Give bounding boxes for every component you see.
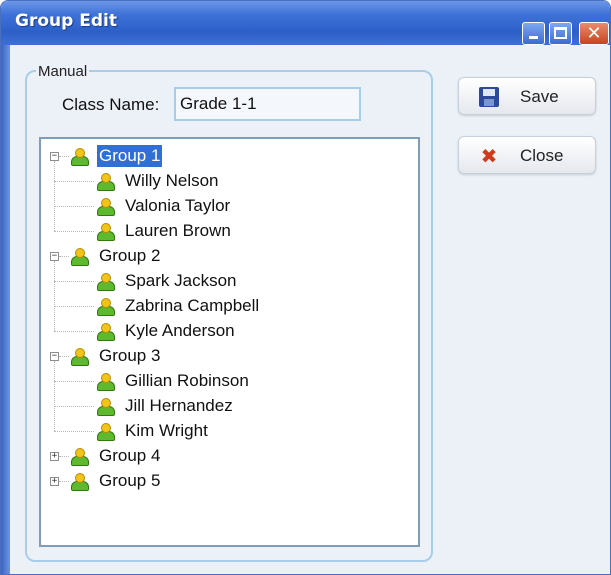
user-group-icon [96, 272, 115, 291]
red-x-icon: ✖ [480, 144, 498, 168]
user-group-icon [70, 347, 89, 366]
tree-connector [54, 261, 55, 331]
user-group-icon [70, 247, 89, 266]
tree-connector [54, 381, 94, 382]
tree-connector [54, 161, 55, 231]
tree-expander-icon[interactable]: + [50, 452, 59, 461]
class-name-label: Class Name: [62, 95, 160, 114]
tree-connector [54, 281, 94, 282]
tree-connector [54, 361, 55, 431]
save-button-label: Save [520, 87, 559, 106]
tree-group-item[interactable]: Group 3 [97, 345, 162, 367]
user-group-icon [96, 397, 115, 416]
user-group-icon [96, 297, 115, 316]
group-tree-view[interactable]: − Group 1 Willy Nelson Valonia Taylor Lauren… [39, 137, 420, 547]
title-bar[interactable]: Group Edit ✕ [1, 1, 610, 45]
tree-group-item[interactable]: Group 5 [97, 470, 162, 492]
close-button[interactable]: ✖ Close [458, 136, 596, 174]
tree-member-item[interactable]: Gillian Robinson [123, 370, 251, 392]
minimize-button[interactable] [522, 22, 545, 45]
tree-connector [54, 181, 94, 182]
maximize-icon [554, 27, 567, 39]
tree-group-item[interactable]: Group 1 [97, 145, 163, 167]
tree-member-item[interactable]: Jill Hernandez [123, 395, 235, 417]
tree-member-item[interactable]: Valonia Taylor [123, 195, 232, 217]
tree-connector [59, 456, 69, 457]
tree-expander-icon[interactable]: + [50, 477, 59, 486]
tree-connector [59, 256, 69, 257]
user-group-icon [70, 472, 89, 491]
floppy-disk-icon [479, 87, 499, 107]
group-edit-window: Group Edit ✕ Manual Class Name: − Group 1… [0, 0, 611, 575]
tree-group-item[interactable]: Group 4 [97, 445, 162, 467]
window-frame-edge [1, 45, 10, 574]
tree-connector [59, 481, 69, 482]
tree-member-item[interactable]: Kim Wright [123, 420, 210, 442]
tree-connector [54, 306, 94, 307]
tree-member-item[interactable]: Spark Jackson [123, 270, 239, 292]
tree-member-item[interactable]: Willy Nelson [123, 170, 221, 192]
tree-connector [54, 431, 94, 432]
tree-connector [54, 231, 94, 232]
user-group-icon [70, 447, 89, 466]
user-group-icon [96, 372, 115, 391]
tree-connector [54, 206, 94, 207]
tree-expander-icon[interactable]: − [50, 152, 59, 161]
tree-member-item[interactable]: Kyle Anderson [123, 320, 237, 342]
close-icon: ✕ [586, 23, 602, 44]
tree-connector [59, 156, 69, 157]
user-group-icon [96, 222, 115, 241]
tree-connector [54, 331, 94, 332]
tree-member-item[interactable]: Lauren Brown [123, 220, 233, 242]
maximize-button[interactable] [549, 22, 572, 45]
user-group-icon [96, 197, 115, 216]
minimize-icon [529, 36, 538, 39]
tree-expander-icon[interactable]: − [50, 252, 59, 261]
tree-member-item[interactable]: Zabrina Campbell [123, 295, 261, 317]
tree-group-item[interactable]: Group 2 [97, 245, 162, 267]
save-button[interactable]: Save [458, 77, 596, 115]
close-button-label: Close [520, 146, 564, 165]
window-close-button[interactable]: ✕ [579, 22, 609, 45]
user-group-icon [96, 172, 115, 191]
user-group-icon [96, 422, 115, 441]
window-title: Group Edit [15, 11, 117, 31]
class-name-input[interactable] [174, 87, 361, 121]
user-group-icon [96, 322, 115, 341]
manual-group-legend: Manual [36, 63, 90, 80]
tree-connector [54, 406, 94, 407]
tree-expander-icon[interactable]: − [50, 352, 59, 361]
tree-connector [59, 356, 69, 357]
user-group-icon [70, 147, 89, 166]
